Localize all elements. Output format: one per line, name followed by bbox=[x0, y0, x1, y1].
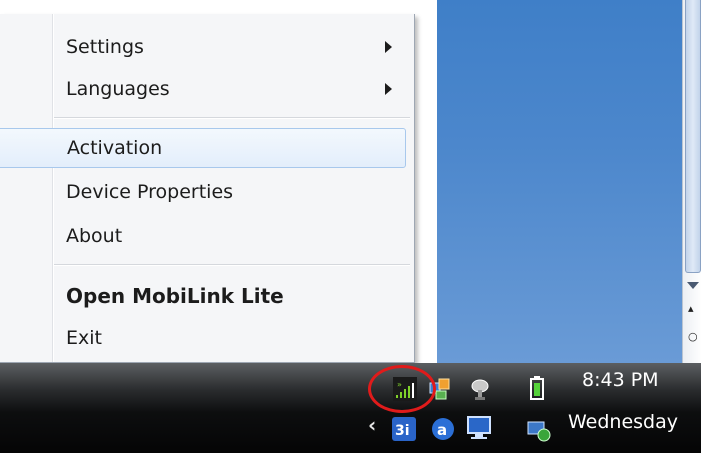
app-icon-a[interactable]: a bbox=[431, 417, 455, 441]
menu-item-label: Device Properties bbox=[66, 181, 234, 203]
menu-item-label: Languages bbox=[66, 78, 170, 100]
desktop-background bbox=[437, 0, 682, 363]
highlight-annotation-circle bbox=[368, 365, 436, 413]
svg-text:3i: 3i bbox=[395, 423, 410, 439]
clock-day[interactable]: Wednesday bbox=[568, 411, 678, 433]
menu-item-settings[interactable]: Settings bbox=[0, 27, 410, 67]
menu-item-label: Settings bbox=[66, 36, 144, 58]
network-globe-icon[interactable] bbox=[527, 418, 551, 442]
menu-item-label: Activation bbox=[67, 137, 163, 159]
show-hidden-icons-chevron-icon[interactable]: ‹ bbox=[368, 413, 376, 437]
menu-item-device-properties[interactable]: Device Properties bbox=[0, 172, 410, 212]
svg-text:a: a bbox=[437, 421, 447, 439]
menu-item-exit[interactable]: Exit bbox=[0, 318, 410, 358]
menu-item-about[interactable]: About bbox=[0, 216, 410, 256]
menu-item-label: Open MobiLink Lite bbox=[66, 284, 284, 308]
scroll-mini-circle-icon[interactable]: ○ bbox=[688, 330, 698, 343]
menu-item-label: Exit bbox=[66, 327, 102, 349]
taskbar: » 8:43 PM ‹ 3i a Wednesday bbox=[0, 363, 701, 453]
app-icon-3d[interactable]: 3i bbox=[392, 417, 416, 441]
scrollbar-thumb[interactable] bbox=[685, 0, 701, 273]
clock-time[interactable]: 8:43 PM bbox=[582, 369, 659, 391]
menu-item-activation[interactable]: Activation bbox=[0, 128, 406, 168]
menu-separator bbox=[54, 117, 410, 119]
scroll-mini-arrows-icon[interactable]: ▴ bbox=[688, 302, 694, 315]
menu-item-languages[interactable]: Languages bbox=[0, 69, 410, 109]
screen: ▴ ○ Settings Languages Activation Device… bbox=[0, 0, 701, 453]
submenu-arrow-icon bbox=[385, 83, 392, 95]
computer-icon[interactable] bbox=[466, 415, 491, 439]
scroll-down-arrow-icon[interactable] bbox=[687, 282, 699, 289]
menu-separator bbox=[54, 264, 410, 266]
menu-item-label: About bbox=[66, 225, 123, 247]
menu-item-open-mobilink-lite[interactable]: Open MobiLink Lite bbox=[0, 276, 410, 316]
vertical-scrollbar[interactable]: ▴ ○ bbox=[682, 0, 701, 363]
satellite-icon[interactable] bbox=[468, 377, 492, 401]
context-menu: Settings Languages Activation Device Pro… bbox=[0, 14, 415, 363]
battery-icon[interactable] bbox=[525, 375, 549, 400]
submenu-arrow-icon bbox=[385, 41, 392, 53]
